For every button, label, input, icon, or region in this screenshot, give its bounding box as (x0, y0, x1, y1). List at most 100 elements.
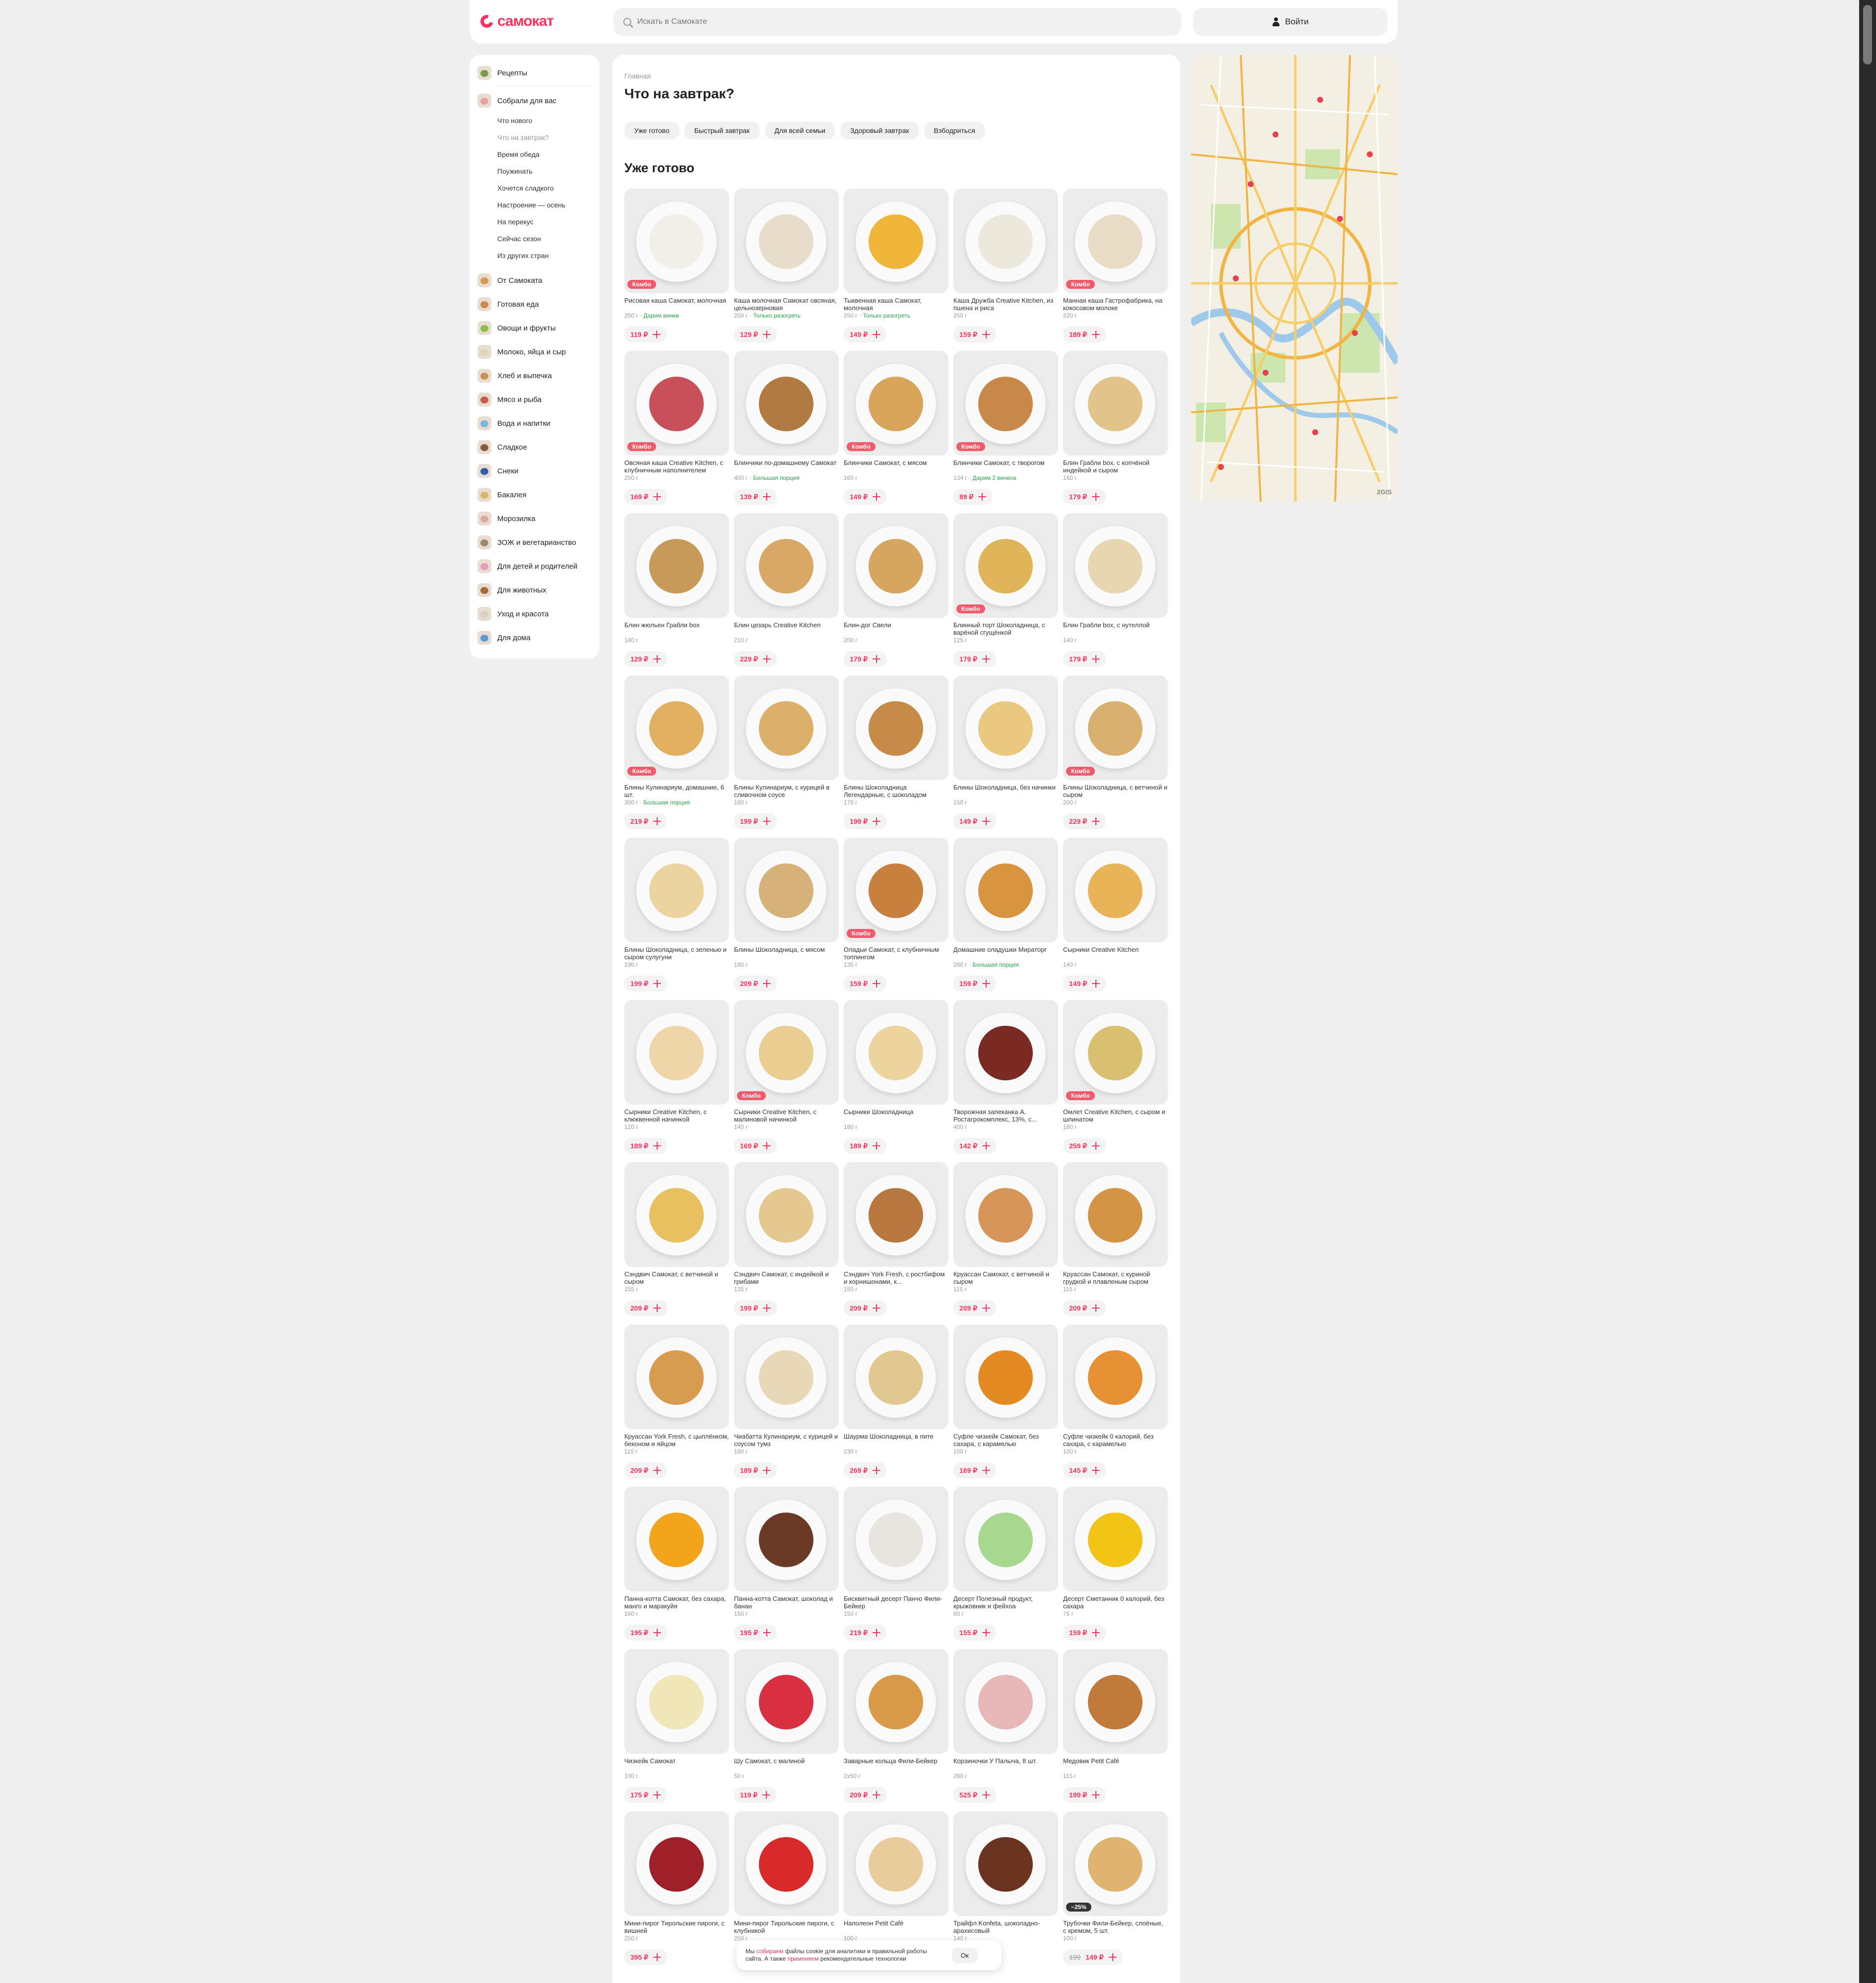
product-card[interactable]: Сэндвич Самокат, с индейкой и грибами 135… (734, 1162, 839, 1319)
product-name[interactable]: Манная каша Гастрофабрика, на кокосовом … (1063, 297, 1168, 312)
add-to-cart-button[interactable]: 169 ₽ (953, 1462, 997, 1478)
product-photo[interactable] (734, 189, 839, 293)
sidebar-item[interactable]: Вода и напитки (477, 416, 550, 430)
product-name[interactable]: Оладьи Самокат, с клубничным топпингом (844, 946, 948, 961)
breadcrumb[interactable]: Главная (624, 72, 651, 80)
product-name[interactable]: Блинчики Самокат, с творогом (953, 459, 1058, 466)
sidebar-item[interactable]: Собрали для вас (477, 94, 556, 108)
product-card[interactable]: Комбо Блинчики Самокат, с творогом 134 г ·… (953, 351, 1058, 507)
product-card[interactable]: Мини-пирог Тирольские пироги, с вишней 25… (624, 1811, 729, 1968)
product-card[interactable]: Каша молочная Самокат овсяная, цельнозер… (734, 189, 839, 345)
product-name[interactable]: Круассан York Fresh, с цыплёнком, беконо… (624, 1433, 729, 1448)
sidebar-subitem[interactable]: Сейчас сезон (497, 235, 541, 243)
add-to-cart-button[interactable]: 159 ₽ (1063, 1625, 1106, 1641)
product-card[interactable]: Шу Самокат, с малиной 50 г 119 ₽ (734, 1649, 839, 1805)
add-to-cart-button[interactable]: 142 ₽ (953, 1138, 997, 1154)
add-to-cart-button[interactable]: 169 ₽ (734, 1138, 777, 1154)
sidebar-item[interactable]: Морозилка (477, 512, 536, 526)
sidebar-item[interactable]: Для детей и родителей (477, 559, 577, 573)
add-to-cart-button[interactable]: 179 ₽ (844, 651, 887, 667)
add-to-cart-button[interactable]: 209 ₽ (844, 1787, 887, 1803)
search-bar[interactable] (613, 8, 1181, 36)
add-to-cart-button[interactable]: 195 ₽ (624, 1625, 668, 1641)
product-card[interactable]: Блин цезарь Creative Kitchen 210 г 229 ₽ (734, 513, 839, 669)
product-card[interactable]: Сырники Шоколадница 180 г 189 ₽ (844, 1000, 948, 1156)
product-card[interactable]: Комбо Блины Кулинариум, домашние, 6 шт. 30… (624, 675, 729, 832)
sidebar-item[interactable]: От Самоката (477, 273, 542, 287)
product-photo[interactable] (953, 1487, 1058, 1591)
product-photo[interactable] (624, 1324, 729, 1429)
product-card[interactable]: Корзиночки У Палыча, 8 шт. 280 г 525 ₽ (953, 1649, 1058, 1805)
product-card[interactable]: Блины Шоколадница, с мясом 180 г 209 ₽ (734, 838, 839, 994)
add-to-cart-button[interactable]: 219 ₽ (624, 813, 668, 829)
add-to-cart-button[interactable]: 209 ₽ (844, 1300, 887, 1316)
sidebar-item[interactable]: Для животных (477, 583, 546, 597)
product-photo[interactable] (734, 1162, 839, 1267)
product-name[interactable]: Сырники Creative Kitchen, с клюквенной н… (624, 1108, 729, 1123)
product-name[interactable]: Суфле чизкейк Самокат, без сахара, с кар… (953, 1433, 1058, 1448)
scrollbar-thumb[interactable] (1863, 5, 1872, 65)
product-name[interactable]: Блины Шоколадница, с зеленью и сыром сул… (624, 946, 729, 961)
filter-chip[interactable]: Здоровый завтрак (840, 122, 919, 139)
sidebar-item[interactable]: Уход и красота (477, 607, 549, 621)
product-name[interactable]: Сэндвич Самокат, с ветчиной и сыром (624, 1270, 729, 1285)
product-card[interactable]: Комбо Рисовая каша Самокат, молочная 250 г… (624, 189, 729, 345)
product-card[interactable]: Сэндвич York Fresh, с ростбифом и корниш… (844, 1162, 948, 1319)
product-card[interactable]: Блины Шоколадница, с зеленью и сыром сул… (624, 838, 729, 994)
sidebar-item[interactable]: Хлеб и выпечка (477, 369, 552, 383)
product-name[interactable]: Сэндвич York Fresh, с ростбифом и корниш… (844, 1270, 948, 1285)
product-photo[interactable] (624, 1811, 729, 1916)
product-photo[interactable] (844, 513, 948, 618)
product-name[interactable]: Шу Самокат, с малиной (734, 1757, 839, 1765)
product-photo[interactable] (734, 838, 839, 942)
product-photo[interactable] (953, 1649, 1058, 1754)
product-card[interactable]: Блин Грабли box, с нутеллой 140 г 179 ₽ (1063, 513, 1168, 669)
product-card[interactable]: Комбо Омлет Creative Kitchen, с сыром и ш… (1063, 1000, 1168, 1156)
sidebar-subitem[interactable]: Хочется сладкого (497, 184, 554, 192)
add-to-cart-button[interactable]: 149 ₽ (844, 489, 887, 505)
product-photo[interactable] (953, 1811, 1058, 1916)
sidebar-item[interactable]: Бакалея (477, 488, 527, 502)
product-name[interactable]: Трубочки Фили-Бейкер, слоёные, с кремом,… (1063, 1919, 1168, 1934)
product-card[interactable]: Блинчики по-домашнему Самокат 400 г · Бол… (734, 351, 839, 507)
product-name[interactable]: Корзиночки У Палыча, 8 шт. (953, 1757, 1058, 1765)
add-to-cart-button[interactable]: 199 ₽ (624, 976, 668, 992)
product-name[interactable]: Сэндвич Самокат, с индейкой и грибами (734, 1270, 839, 1285)
product-name[interactable]: Блинчики по-домашнему Самокат (734, 459, 839, 466)
product-name[interactable]: Блинчики Самокат, с мясом (844, 459, 948, 466)
cookie-ok-button[interactable]: Ок (952, 1947, 978, 1963)
product-card[interactable]: Бисквитный десерт Панчо Фили-Бейкер 150 г… (844, 1487, 948, 1643)
product-name[interactable]: Чизкейк Самокат (624, 1757, 729, 1765)
product-photo[interactable] (734, 513, 839, 618)
product-name[interactable]: Трайфл Konfeta, шоколадно-арахисовый (953, 1919, 1058, 1934)
add-to-cart-button[interactable]: 159 ₽ (953, 976, 997, 992)
product-name[interactable]: Мини-пирог Тирольские пироги, с вишней (624, 1919, 729, 1934)
logo[interactable]: самокат (478, 12, 554, 30)
product-photo[interactable] (1063, 351, 1168, 456)
sidebar-subitem[interactable]: Из других стран (497, 252, 549, 260)
delivery-map[interactable]: 2GIS (1191, 55, 1398, 502)
product-card[interactable]: Комбо Сырники Creative Kitchen, с малинов… (734, 1000, 839, 1156)
product-name[interactable]: Круассан Самокат, с ветчиной и сыром (953, 1270, 1058, 1285)
add-to-cart-button[interactable]: 229 ₽ (734, 651, 777, 667)
product-name[interactable]: Блины Кулинариум, домашние, 6 шт. (624, 784, 729, 798)
add-to-cart-button[interactable]: 129 ₽ (624, 651, 668, 667)
product-name[interactable]: Блин-дог Свели (844, 621, 948, 629)
add-to-cart-button[interactable]: 219 ₽ (844, 1625, 887, 1641)
sidebar-item[interactable]: Молоко, яйца и сыр (477, 345, 566, 359)
product-card[interactable]: Блин жюльен Грабли box 140 г 129 ₽ (624, 513, 729, 669)
sidebar-item[interactable]: Овощи и фрукты (477, 321, 556, 335)
add-to-cart-button[interactable]: 199 ₽ (1063, 1787, 1106, 1803)
product-card[interactable]: Сэндвич Самокат, с ветчиной и сыром 155 г… (624, 1162, 729, 1319)
add-to-cart-button[interactable]: 179 ₽ (1063, 651, 1106, 667)
product-photo[interactable]: Комбо (734, 1000, 839, 1105)
add-to-cart-button[interactable]: 145 ₽ (1063, 1462, 1106, 1478)
product-card[interactable]: Тыквенная каша Самокат, молочная 250 г · … (844, 189, 948, 345)
product-name[interactable]: Панна-котта Самокат, без сахара, манго и… (624, 1595, 729, 1610)
product-photo[interactable] (844, 1162, 948, 1267)
product-name[interactable]: Блины Шоколадница, без начинки (953, 784, 1058, 791)
product-name[interactable]: Блин жюльен Грабли box (624, 621, 729, 629)
product-card[interactable]: Суфле чизкейк Самокат, без сахара, с кар… (953, 1324, 1058, 1481)
product-photo[interactable] (844, 189, 948, 293)
add-to-cart-button[interactable]: 395 ₽ (624, 1949, 668, 1965)
